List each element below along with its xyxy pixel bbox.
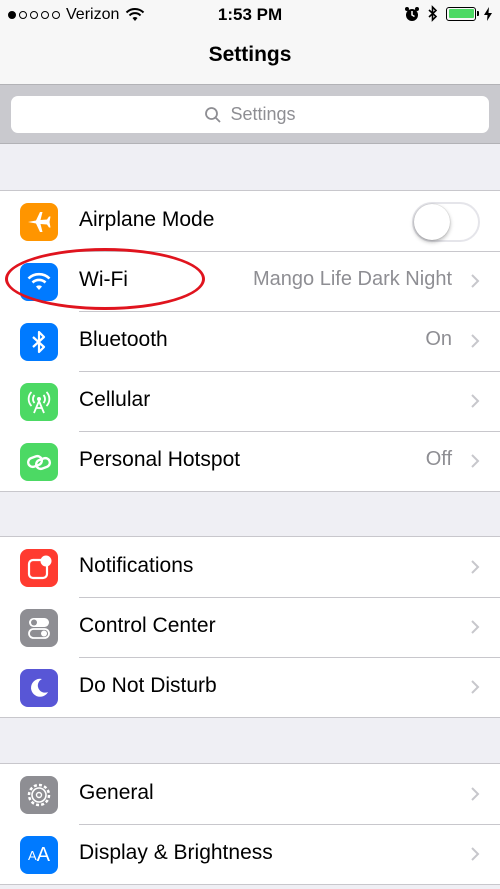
chevron-right-icon [471, 274, 480, 288]
row-control-center[interactable]: Control Center [0, 597, 500, 657]
gear-icon [20, 776, 58, 814]
row-cellular[interactable]: Cellular [0, 371, 500, 431]
navigation-bar: Settings [0, 30, 500, 84]
row-notifications[interactable]: Notifications [0, 537, 500, 597]
row-label: Bluetooth [79, 328, 168, 351]
chevron-right-icon [471, 454, 480, 468]
search-placeholder: Settings [230, 104, 296, 124]
airplane-icon [20, 203, 58, 241]
chevron-right-icon [471, 334, 480, 348]
hotspot-icon [20, 443, 58, 481]
row-label: General [79, 781, 154, 804]
search-area: Settings [0, 84, 500, 144]
settings-group-general: General AA Display & Brightness [0, 763, 500, 885]
charging-icon [484, 6, 492, 21]
chevron-right-icon [471, 680, 480, 694]
row-bluetooth[interactable]: Bluetooth On [0, 311, 500, 371]
row-label: Do Not Disturb [79, 674, 217, 697]
row-label: Display & Brightness [79, 841, 273, 864]
row-display-brightness[interactable]: AA Display & Brightness [0, 824, 500, 884]
row-label: Wi-Fi [79, 268, 128, 291]
wifi-network-name: Mango Life Dark Night [253, 268, 452, 290]
control-center-icon [20, 609, 58, 647]
row-do-not-disturb[interactable]: Do Not Disturb [0, 657, 500, 717]
alarm-icon [405, 6, 419, 21]
moon-icon [20, 669, 58, 707]
settings-group-connectivity: Airplane Mode Wi-Fi Mango Life Dark Nigh… [0, 190, 500, 492]
row-personal-hotspot[interactable]: Personal Hotspot Off [0, 431, 500, 491]
bluetooth-status-icon [428, 5, 438, 22]
row-label: Control Center [79, 614, 216, 637]
notifications-icon [20, 549, 58, 587]
display-icon: AA [20, 836, 58, 874]
status-bar: Verizon 1:53 PM [0, 0, 500, 30]
airplane-mode-toggle[interactable] [412, 202, 480, 242]
battery-icon [446, 6, 479, 21]
chevron-right-icon [471, 787, 480, 801]
search-icon [205, 106, 222, 123]
toggle-knob [414, 204, 450, 240]
cellular-icon [20, 383, 58, 421]
row-label: Notifications [79, 554, 194, 577]
settings-group-notifications: Notifications Control Center Do Not Dist… [0, 536, 500, 718]
chevron-right-icon [471, 560, 480, 574]
row-airplane-mode[interactable]: Airplane Mode [0, 191, 500, 251]
row-wifi[interactable]: Wi-Fi Mango Life Dark Night [0, 251, 500, 311]
row-general[interactable]: General [0, 764, 500, 824]
search-input[interactable]: Settings [11, 96, 489, 133]
row-label: Cellular [79, 388, 151, 411]
bluetooth-icon [20, 323, 58, 361]
page-title: Settings [208, 43, 292, 66]
row-label: Personal Hotspot [79, 448, 241, 471]
bluetooth-status: On [425, 328, 452, 350]
chevron-right-icon [471, 394, 480, 408]
chevron-right-icon [471, 620, 480, 634]
wifi-icon [20, 263, 58, 301]
row-label: Airplane Mode [79, 208, 215, 231]
status-right [404, 5, 492, 22]
hotspot-status: Off [425, 448, 452, 470]
chevron-right-icon [471, 847, 480, 861]
